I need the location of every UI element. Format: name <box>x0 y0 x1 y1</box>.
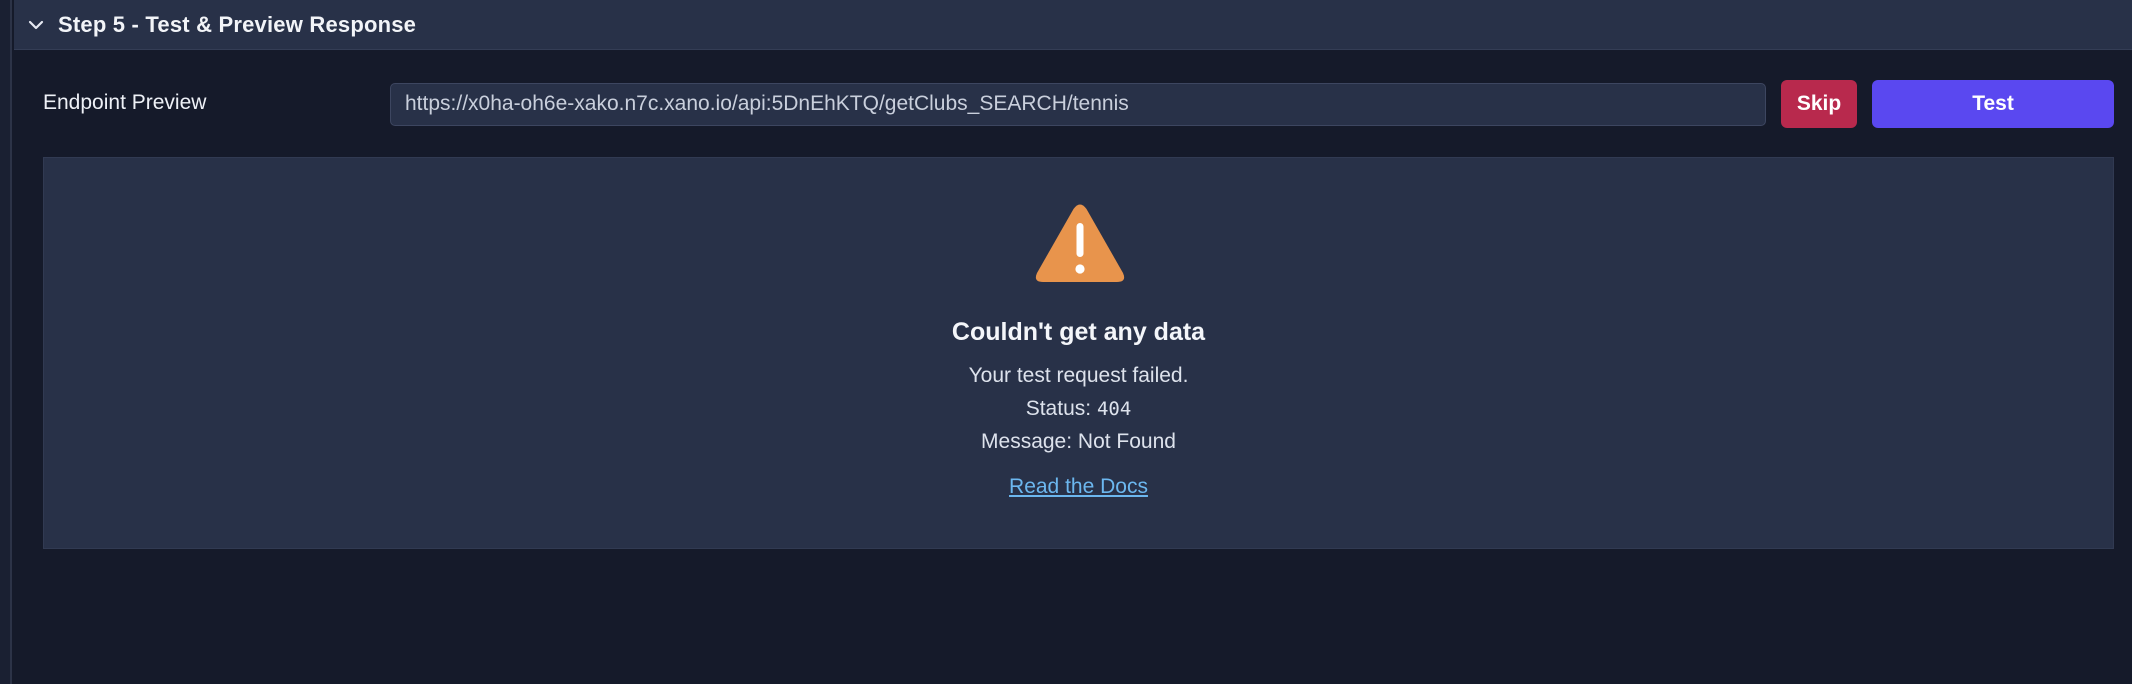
test-button[interactable]: Test <box>1872 80 2114 128</box>
status-code: 404 <box>1096 398 1132 420</box>
skip-button[interactable]: Skip <box>1781 80 1857 128</box>
read-docs-link[interactable]: Read the Docs <box>1009 475 1148 498</box>
status-label: Status: <box>1025 397 1092 420</box>
warning-triangle-icon <box>1034 203 1126 285</box>
endpoint-row: Endpoint Preview https://x0ha-oh6e-xako.… <box>14 78 2132 128</box>
message-label: Message: <box>981 430 1073 453</box>
failure-message: Your test request failed. <box>968 364 1189 387</box>
test-result-panel: Couldn't get any data Your test request … <box>43 157 2114 549</box>
step-title: Step 5 - Test & Preview Response <box>58 11 417 37</box>
endpoint-url-field[interactable]: https://x0ha-oh6e-xako.n7c.xano.io/api:5… <box>390 83 1766 126</box>
chevron-down-icon[interactable] <box>28 17 44 33</box>
message-value: Not Found <box>1077 430 1176 453</box>
message-line: Message: Not Found <box>44 430 2113 454</box>
step-header[interactable]: Step 5 - Test & Preview Response <box>14 0 2132 50</box>
result-title: Couldn't get any data <box>951 318 1206 346</box>
docs-link-row: Read the Docs <box>44 475 2113 499</box>
left-rail <box>0 0 12 684</box>
status-line: Status: 404 <box>44 397 2113 421</box>
endpoint-preview-label: Endpoint Preview <box>43 91 207 114</box>
